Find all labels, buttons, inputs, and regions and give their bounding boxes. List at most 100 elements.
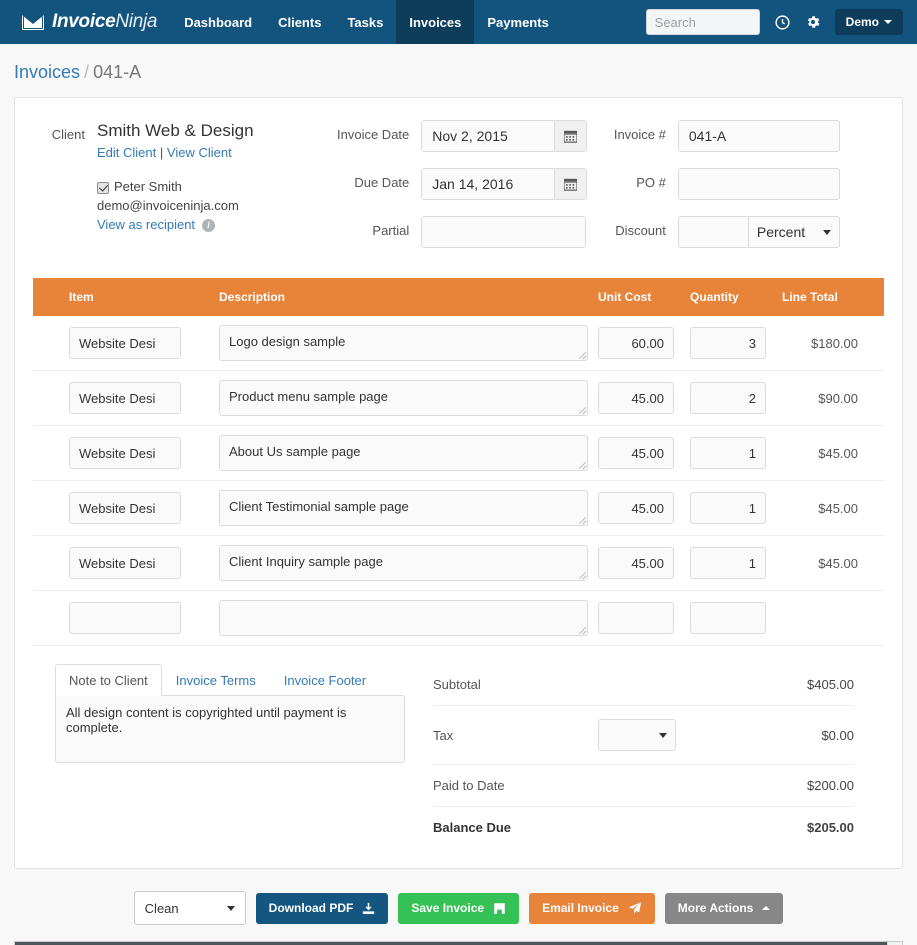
- nav-link-dashboard[interactable]: Dashboard: [171, 0, 265, 44]
- cell-description: Product menu sample page: [209, 370, 588, 426]
- cell-quantity: [680, 535, 772, 591]
- template-select-value: Clean: [144, 900, 179, 916]
- po-number-input[interactable]: [677, 168, 840, 200]
- discount-row: Discount Percent: [588, 216, 884, 248]
- view-client-link[interactable]: View Client: [167, 145, 232, 160]
- item-input[interactable]: [69, 547, 181, 579]
- download-pdf-button[interactable]: Download PDF: [255, 892, 389, 924]
- pdf-preview-viewer: [14, 941, 903, 945]
- subtotal-label: Subtotal: [433, 677, 481, 692]
- brand-logo[interactable]: InvoiceNinja: [0, 0, 171, 44]
- unit-cost-input[interactable]: [598, 547, 674, 579]
- invoice-number-input[interactable]: [677, 120, 840, 152]
- due-date-input[interactable]: [421, 168, 555, 200]
- invoice-date-input[interactable]: [421, 120, 555, 152]
- item-input[interactable]: [69, 327, 181, 359]
- drag-handle[interactable]: [33, 480, 59, 536]
- item-input[interactable]: [69, 437, 181, 469]
- description-input[interactable]: Product menu sample page: [219, 380, 588, 416]
- breadcrumb-separator: /: [84, 62, 90, 82]
- edit-client-link[interactable]: Edit Client: [97, 145, 156, 160]
- nav-link-payments[interactable]: Payments: [474, 0, 561, 44]
- unit-cost-input[interactable]: [598, 382, 674, 414]
- tab-invoice-terms[interactable]: Invoice Terms: [162, 664, 270, 696]
- tax-rate-select[interactable]: [598, 719, 677, 751]
- brand-bold: Invoice: [52, 11, 116, 32]
- quantity-input[interactable]: [690, 602, 766, 634]
- nav-link-tasks[interactable]: Tasks: [334, 0, 396, 44]
- clock-icon[interactable]: [774, 14, 791, 31]
- client-field-row: Client Smith Web & Design Edit Client | …: [45, 120, 329, 235]
- calendar-icon[interactable]: [554, 168, 588, 200]
- cell-unit-cost: [588, 316, 680, 371]
- view-as-recipient-link[interactable]: View as recipient: [97, 216, 195, 235]
- calendar-icon[interactable]: [554, 120, 588, 152]
- unit-cost-input[interactable]: [598, 327, 674, 359]
- drag-handle[interactable]: [33, 370, 59, 426]
- partial-input[interactable]: [421, 216, 587, 248]
- info-icon[interactable]: i: [202, 218, 216, 232]
- cell-unit-cost: [588, 590, 680, 646]
- po-number-label: PO #: [636, 175, 666, 190]
- item-input[interactable]: [69, 602, 181, 634]
- contact-checkbox-row[interactable]: Peter Smith: [97, 178, 254, 197]
- description-input[interactable]: About Us sample page: [219, 435, 588, 471]
- invoice-date-group: [421, 120, 588, 152]
- paid-to-date-row: Paid to Date $200.00: [433, 765, 854, 807]
- unit-cost-input[interactable]: [598, 437, 674, 469]
- client-links: Edit Client | View Client: [97, 145, 254, 160]
- more-actions-button[interactable]: More Actions: [664, 892, 784, 924]
- client-label: Client: [51, 127, 85, 142]
- quantity-input[interactable]: [690, 547, 766, 579]
- contact-block: Peter Smith demo@invoiceninja.com View a…: [97, 178, 254, 235]
- description-input[interactable]: [219, 600, 588, 636]
- brand-light: Ninja: [115, 11, 158, 32]
- unit-cost-input[interactable]: [598, 602, 674, 634]
- description-input[interactable]: Client Testimonial sample page: [219, 490, 588, 526]
- partial-row: Partial: [329, 216, 588, 248]
- chevron-down-icon: [226, 905, 235, 911]
- nav-link-clients[interactable]: Clients: [265, 0, 334, 44]
- template-select[interactable]: Clean: [133, 891, 246, 925]
- item-input[interactable]: [69, 382, 181, 414]
- cell-item: [59, 316, 209, 371]
- quantity-input[interactable]: [690, 327, 766, 359]
- drag-handle[interactable]: [33, 535, 59, 591]
- discount-input[interactable]: [677, 216, 748, 248]
- cell-item: [59, 480, 209, 536]
- tab-invoice-footer[interactable]: Invoice Footer: [270, 664, 380, 696]
- quantity-input[interactable]: [690, 492, 766, 524]
- contact-checkbox[interactable]: [97, 181, 109, 194]
- nav-link-invoices[interactable]: Invoices: [396, 0, 475, 44]
- description-input[interactable]: Client Inquiry sample page: [219, 545, 588, 581]
- totals-section: Subtotal $405.00 Tax $0.00 Paid to Date …: [405, 664, 884, 848]
- quantity-input[interactable]: [690, 382, 766, 414]
- description-input[interactable]: Logo design sample: [219, 325, 588, 361]
- paid-to-date-label: Paid to Date: [433, 778, 505, 793]
- brand-text: InvoiceNinja: [52, 11, 157, 33]
- quantity-input[interactable]: [690, 437, 766, 469]
- cell-unit-cost: [588, 535, 680, 591]
- user-menu-button[interactable]: Demo: [834, 9, 903, 35]
- chevron-down-icon: [884, 20, 892, 24]
- drag-handle[interactable]: [33, 590, 59, 646]
- save-invoice-button[interactable]: Save Invoice: [398, 892, 520, 924]
- gear-icon[interactable]: [805, 14, 821, 30]
- table-row: Product menu sample page $90.00: [33, 370, 884, 426]
- cell-unit-cost: [588, 370, 680, 426]
- email-invoice-button[interactable]: Email Invoice: [529, 892, 655, 924]
- unit-cost-input[interactable]: [598, 492, 674, 524]
- item-input[interactable]: [69, 492, 181, 524]
- invoice-ids-column: Invoice # PO # Discount Percent: [588, 120, 884, 264]
- partial-label: Partial: [372, 223, 410, 238]
- drag-handle[interactable]: [33, 316, 59, 371]
- note-to-client-textarea[interactable]: All design content is copyrighted until …: [55, 695, 405, 763]
- discount-type-select[interactable]: Percent: [747, 216, 840, 248]
- balance-due-label: Balance Due: [433, 820, 512, 835]
- top-navbar: InvoiceNinja Dashboard Clients Tasks Inv…: [0, 0, 917, 44]
- drag-handle[interactable]: [33, 425, 59, 481]
- cell-line-total: $90.00: [772, 370, 884, 426]
- search-input[interactable]: [645, 9, 760, 35]
- breadcrumb-invoices-link[interactable]: Invoices: [14, 62, 80, 82]
- tab-note-to-client[interactable]: Note to Client: [55, 664, 162, 696]
